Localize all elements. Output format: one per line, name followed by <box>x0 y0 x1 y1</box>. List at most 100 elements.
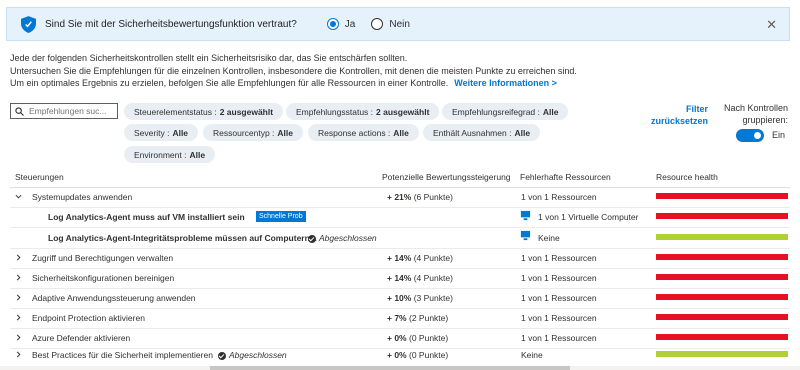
table-row[interactable]: Adaptive Anwendungssteuerung anwenden + … <box>10 288 790 309</box>
control-name: Zugriff und Berechtigungen verwalten <box>32 253 174 263</box>
chevron-right-icon[interactable] <box>15 334 22 341</box>
control-name: Endpoint Protection aktivieren <box>32 313 145 323</box>
header-resource-health[interactable]: Resource health <box>656 172 718 182</box>
horizontal-scrollbar[interactable] <box>0 366 800 370</box>
search-input[interactable] <box>27 105 117 117</box>
unhealthy-resources: 1 von 1 Ressourcen <box>521 333 597 343</box>
chevron-down-icon[interactable] <box>15 193 22 200</box>
score-points: (4 Punkte) <box>413 253 453 263</box>
filter-label: Empfehlungsreifegrad : <box>452 106 540 117</box>
score-gain: + 10% <box>387 293 412 303</box>
radio-yes[interactable]: Ja <box>326 18 356 30</box>
feedback-question: Sind Sie mit der Sicherheitsbewertungsfu… <box>45 18 297 30</box>
recommendation-name[interactable]: Log Analytics-Agent muss auf VM installi… <box>48 212 245 222</box>
table-header: Steuerungen Potenzielle Bewertungssteige… <box>10 168 790 188</box>
filter-label: Response actions : <box>318 127 391 138</box>
filter-resource-type[interactable]: Ressourcentyp : Alle <box>203 124 304 141</box>
health-bar <box>656 351 788 357</box>
health-bar <box>656 193 788 199</box>
control-name: Systemupdates anwenden <box>32 192 133 202</box>
radio-yes-dot[interactable] <box>326 18 339 30</box>
filter-label: Environment : <box>134 149 187 160</box>
table-row[interactable]: Best Practices für die Sicherheit implem… <box>10 348 790 368</box>
filter-value: Alle <box>172 127 189 138</box>
status-label: Abgeschlossen <box>319 233 377 243</box>
unhealthy-resources: 1 von 1 Ressourcen <box>521 293 597 303</box>
radio-yes-label: Ja <box>344 18 356 30</box>
scrollbar-thumb[interactable] <box>210 366 570 370</box>
filter-label: Severity : <box>134 127 170 138</box>
score-gain: + 14% <box>387 273 412 283</box>
filter-value: Alle <box>393 127 409 138</box>
close-icon[interactable]: ✕ <box>766 17 777 33</box>
chevron-right-icon[interactable] <box>15 254 22 261</box>
table-row[interactable]: Zugriff und Berechtigungen verwalten + 1… <box>10 248 790 269</box>
group-by-controls-label: Nach Kontrollen gruppieren: <box>716 103 788 126</box>
filter-recommendation-maturity[interactable]: Empfehlungsreifegrad : Alle <box>442 103 569 120</box>
table-row[interactable]: Log Analytics-Agent muss auf VM installi… <box>10 207 790 228</box>
virtual-machine-icon <box>520 230 531 241</box>
score-points: (4 Punkte) <box>413 273 453 283</box>
unhealthy-resources: 1 von 1 Virtuelle Computer <box>538 212 639 222</box>
filter-response-actions[interactable]: Response actions : Alle <box>308 124 419 141</box>
health-bar <box>656 294 788 300</box>
filter-value: 2 ausgewählt <box>376 106 430 117</box>
score-points: (0 Punkte) <box>409 350 449 360</box>
chevron-right-icon[interactable] <box>15 314 22 321</box>
table-row[interactable]: Azure Defender aktivieren + 0% (0 Punkte… <box>10 328 790 349</box>
health-bar <box>656 254 788 260</box>
filter-severity[interactable]: Severity : Alle <box>124 124 199 141</box>
health-bar <box>656 334 788 340</box>
table-row[interactable]: Endpoint Protection aktivieren + 7% (2 P… <box>10 308 790 329</box>
header-unhealthy-resources[interactable]: Fehlerhafte Ressourcen <box>520 172 611 182</box>
learn-more-link[interactable]: Weitere Informationen > <box>454 78 557 88</box>
table-row[interactable]: Sicherheitskonfigurationen bereinigen + … <box>10 268 790 289</box>
intro-line-1: Jede der folgenden Sicherheitskontrollen… <box>10 53 408 63</box>
score-gain: + 0% <box>387 350 407 360</box>
health-bar <box>656 234 788 240</box>
reset-filters-link[interactable]: Filter zurücksetzen <box>650 103 708 127</box>
table-row[interactable]: Log Analytics-Agent-Integritätsprobleme … <box>10 227 790 249</box>
filter-value: Alle <box>514 127 531 138</box>
health-bar <box>656 213 788 219</box>
radio-no-dot[interactable] <box>371 18 384 30</box>
filter-environment[interactable]: Environment : Alle <box>124 146 216 163</box>
intro-text: Jede der folgenden Sicherheitskontrollen… <box>10 52 650 90</box>
score-points: (2 Punkte) <box>409 313 449 323</box>
feedback-banner: Sind Sie mit der Sicherheitsbewertungsfu… <box>6 7 790 41</box>
header-score-increase[interactable]: Potenzielle Bewertungssteigerung <box>382 172 511 182</box>
unhealthy-resources: 1 von 1 Ressourcen <box>521 273 597 283</box>
score-gain: + 21% <box>387 192 412 202</box>
filter-label: Empfehlungsstatus : <box>296 106 374 117</box>
radio-no[interactable]: Nein <box>371 18 410 30</box>
control-name: Adaptive Anwendungssteuerung anwenden <box>32 293 196 303</box>
group-toggle[interactable] <box>736 129 764 142</box>
chevron-right-icon[interactable] <box>15 294 22 301</box>
header-controls[interactable]: Steuerungen <box>15 172 64 182</box>
filter-label: Enthält Ausnahmen : <box>433 127 512 138</box>
chevron-right-icon[interactable] <box>15 351 22 358</box>
control-name: Best Practices für die Sicherheit implem… <box>32 350 213 360</box>
unhealthy-resources: 1 von 1 Ressourcen <box>521 253 597 263</box>
table-row[interactable]: Systemupdates anwenden + 21% (6 Punkte) … <box>10 187 790 208</box>
radio-no-label: Nein <box>389 18 410 30</box>
health-bar <box>656 274 788 280</box>
filter-label: Ressourcentyp : <box>213 127 275 138</box>
filter-value: Alle <box>189 149 206 160</box>
group-line-2: gruppieren: <box>742 114 788 125</box>
reset-line-1: Filter <box>685 104 708 114</box>
chevron-right-icon[interactable] <box>15 274 22 281</box>
filter-recommendation-status[interactable]: Empfehlungsstatus :2 ausgewählt <box>286 103 440 120</box>
filter-control-status[interactable]: Steuerelementstatus :2 ausgewählt <box>124 103 284 120</box>
filter-contains-exemptions[interactable]: Enthält Ausnahmen : Alle <box>423 124 541 141</box>
score-points: (3 Punkte) <box>413 293 453 303</box>
score-gain: + 0% <box>387 333 407 343</box>
search-box[interactable] <box>10 103 118 119</box>
recommendation-name[interactable]: Log Analytics-Agent-Integritätsprobleme … <box>48 233 317 243</box>
intro-line-3: Um ein optimales Ergebnis zu erzielen, b… <box>10 78 449 88</box>
score-points: (6 Punkte) <box>413 192 453 202</box>
health-bar <box>656 314 788 320</box>
reset-line-2: zurücksetzen <box>650 116 708 126</box>
score-gain: + 14% <box>387 253 412 263</box>
filter-label: Steuerelementstatus : <box>134 106 217 117</box>
